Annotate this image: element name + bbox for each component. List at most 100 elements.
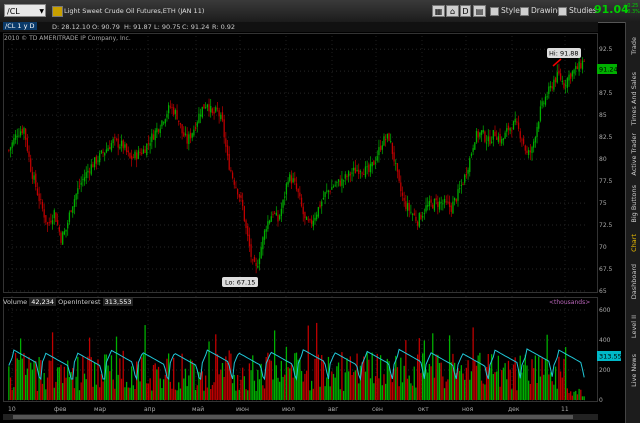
volume-bar (319, 386, 321, 400)
volume-bar (285, 346, 288, 400)
candle-body (235, 186, 237, 188)
candle-body (41, 201, 44, 209)
candle-body (23, 127, 25, 134)
volume-bar (546, 334, 548, 400)
volume-bar (307, 325, 309, 400)
candle-body (225, 138, 227, 147)
volume-bar (65, 377, 67, 400)
price-tick-label: 67.5 (599, 266, 613, 273)
volume-bar (231, 383, 234, 400)
candle-body (573, 69, 575, 74)
volume-bar (332, 373, 335, 400)
candle-body (277, 214, 279, 222)
volume-bar (284, 374, 286, 400)
tab-chart[interactable]: Chart (626, 228, 640, 258)
candle-body (124, 144, 126, 148)
candle-body (162, 122, 165, 124)
volume-bar (233, 374, 235, 400)
candle-body (422, 216, 424, 218)
candle-body (482, 129, 484, 133)
volume-bar (543, 374, 545, 400)
price-tick-label: 80 (599, 156, 607, 163)
volume-bar (554, 366, 557, 400)
volume-bar (16, 358, 18, 400)
candle-body (62, 232, 64, 245)
time-tick-label: май (192, 406, 204, 413)
tab-times-and-sales[interactable]: Times And Sales (626, 70, 640, 128)
candle-body (403, 197, 405, 201)
candle-body (390, 141, 392, 143)
candle-body (543, 102, 545, 104)
candle-body (97, 160, 99, 162)
candle-body (327, 190, 330, 193)
volume-bar (570, 391, 572, 400)
candle-body (70, 210, 72, 212)
candle-body (369, 163, 372, 173)
candle-body (541, 101, 543, 106)
volume-bar (142, 354, 145, 400)
volume-bar (50, 360, 52, 400)
volume-bar (497, 355, 500, 400)
volume-bar (405, 340, 407, 400)
candle-body (341, 178, 343, 186)
candle-body (326, 190, 328, 192)
candle-body (440, 202, 442, 204)
volume-bar (8, 366, 10, 400)
candle-body (344, 174, 346, 179)
tab-trade[interactable]: Trade (626, 22, 640, 70)
candle-body (168, 105, 170, 114)
volume-bar (147, 383, 150, 400)
volume-bar (194, 390, 197, 400)
tab-live-news[interactable]: Live News (626, 348, 640, 392)
volume-bar (226, 362, 229, 400)
oi-value: 313,553 (102, 298, 134, 306)
candle-body (492, 129, 494, 140)
candle-body (580, 63, 582, 69)
candle-body (215, 107, 217, 112)
horizontal-scrollbar[interactable] (3, 414, 598, 420)
volume-bar (566, 388, 568, 400)
tab-dashboard[interactable]: Dashboard (626, 258, 640, 306)
candle-body (331, 187, 333, 190)
candle-body (363, 174, 365, 175)
candle-body (336, 182, 338, 184)
candle-body (287, 181, 289, 185)
candle-body (221, 112, 224, 121)
volume-bar (102, 381, 104, 400)
candle-body (423, 213, 425, 215)
candle-body (292, 178, 294, 183)
candle-body (470, 153, 473, 156)
candle-body (19, 131, 22, 136)
candle-body (366, 166, 368, 168)
candle-body (134, 151, 136, 159)
candle-body (131, 155, 133, 160)
tab-label: Trade (629, 37, 638, 55)
tab-big-buttons[interactable]: Big Buttons (626, 180, 640, 228)
candle-body (349, 173, 351, 176)
volume-bar (46, 377, 49, 400)
candle-body (558, 70, 560, 74)
candle-body (374, 162, 377, 164)
volume-bar (378, 378, 380, 400)
candle-body (324, 192, 326, 198)
candle-body (361, 172, 363, 174)
scroll-thumb[interactable] (13, 415, 573, 419)
candle-body (544, 96, 547, 105)
candle-body (529, 150, 531, 153)
candle-body (416, 221, 419, 226)
candle-body (570, 73, 572, 79)
candle-body (304, 211, 306, 219)
volume-bar (501, 370, 503, 400)
price-volume-chart[interactable]: 92.59087.58582.58077.57572.57067.565 600… (0, 0, 625, 423)
candle-body (411, 214, 414, 216)
tab-level-ii[interactable]: Level II (626, 306, 640, 348)
candle-body (105, 149, 108, 153)
volume-bar (300, 370, 303, 400)
volume-bar (504, 363, 506, 400)
tab-active-trader[interactable]: Active Trader (626, 128, 640, 180)
candle-body (531, 147, 533, 154)
volume-bar (435, 354, 437, 400)
candle-body (157, 129, 160, 132)
volume-bar (309, 390, 311, 400)
volume-bar (270, 360, 272, 400)
